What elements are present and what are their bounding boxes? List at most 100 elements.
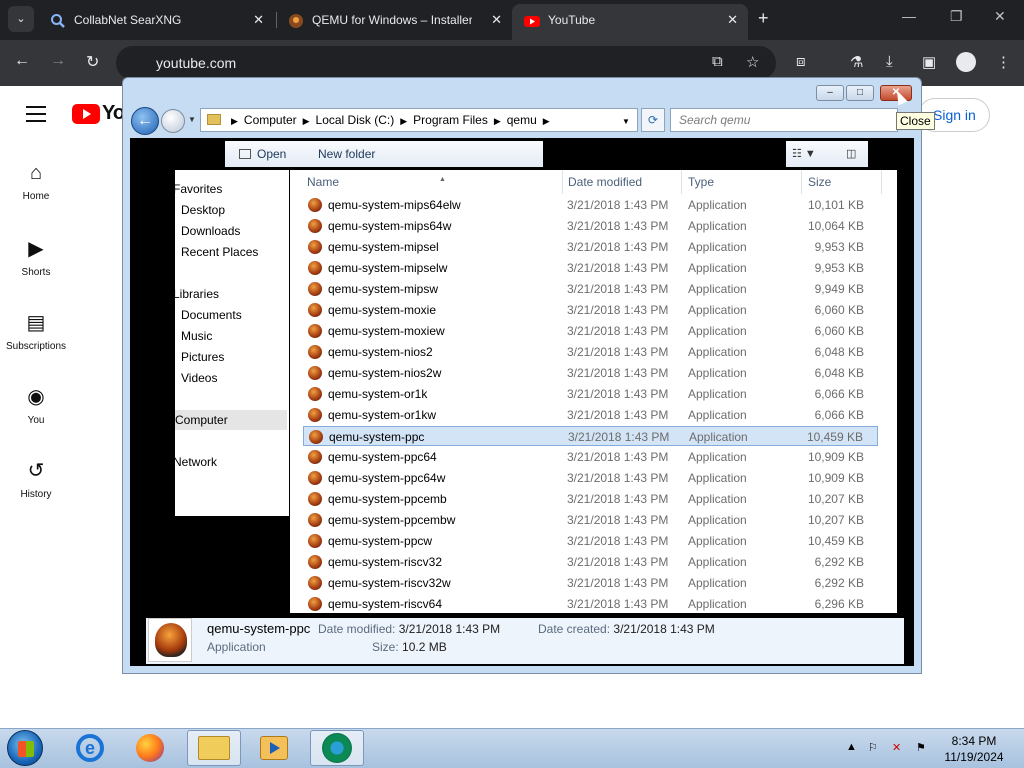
close-icon[interactable]: ✕ xyxy=(253,4,264,36)
sidebar-item-shorts[interactable]: ▶ Shorts xyxy=(0,236,72,278)
file-list: Name ▲ Date modified Type Size qemu-syste… xyxy=(290,170,897,613)
breadcrumb-program-files[interactable]: Program Files xyxy=(413,113,488,127)
tab-youtube[interactable]: YouTube ✕ xyxy=(512,4,748,40)
column-name[interactable]: Name ▲ xyxy=(301,170,563,194)
file-row[interactable]: qemu-system-riscv64 3/21/2018 1:43 PM Appl… xyxy=(303,594,878,613)
nav-videos[interactable]: Videos xyxy=(181,371,217,385)
nav-downloads[interactable]: Downloads xyxy=(181,224,240,238)
start-button[interactable] xyxy=(7,730,43,766)
nav-recent-places[interactable]: Recent Places xyxy=(181,245,258,259)
action-center-icon[interactable]: ⚐ xyxy=(868,741,878,754)
tab-searxng[interactable]: CollabNet SearXNG ✕ xyxy=(38,4,274,36)
file-row[interactable]: qemu-system-mipsw 3/21/2018 1:43 PM Applic… xyxy=(303,279,878,299)
restore-icon[interactable]: ❐ xyxy=(950,8,963,25)
explorer-minimize-button[interactable]: – xyxy=(816,85,844,101)
forward-arrow-icon[interactable] xyxy=(161,109,185,133)
minimize-icon[interactable]: — xyxy=(902,8,916,24)
file-row[interactable]: qemu-system-ppcembw 3/21/2018 1:43 PM Appl… xyxy=(303,510,878,530)
column-name-label: Name xyxy=(307,175,340,189)
open-button[interactable]: Open xyxy=(239,141,286,167)
command-bar: Open New folder xyxy=(225,141,543,167)
file-row[interactable]: qemu-system-or1kw 3/21/2018 1:43 PM Applic… xyxy=(303,405,878,425)
file-row[interactable]: qemu-system-nios2w 3/21/2018 1:43 PM Appli… xyxy=(303,363,878,383)
explorer-search-input[interactable]: Search qemu xyxy=(670,108,898,132)
explorer-address-bar[interactable]: ▶ Computer ▶ Local Disk (C:) ▶ Program Files ▶… xyxy=(200,108,638,132)
labs-flask-icon[interactable]: ⚗ xyxy=(850,53,863,71)
file-name: qemu-system-ppc64 xyxy=(328,450,437,464)
file-row[interactable]: qemu-system-mipselw 3/21/2018 1:43 PM Appl… xyxy=(303,258,878,278)
youtube-logo-text: Yo xyxy=(102,102,125,124)
file-row[interactable]: qemu-system-riscv32 3/21/2018 1:43 PM Appl… xyxy=(303,552,878,572)
file-row[interactable]: qemu-system-ppcemb 3/21/2018 1:43 PM Appli… xyxy=(303,489,878,509)
menu-kebab-icon[interactable]: ⋮ xyxy=(996,53,1011,71)
profile-avatar[interactable] xyxy=(956,52,976,72)
nav-favorites[interactable]: Favorites xyxy=(173,182,222,196)
sidebar-item-history[interactable]: ↺ History xyxy=(0,458,72,500)
volume-icon[interactable]: ⚑ xyxy=(916,741,926,754)
nav-pictures[interactable]: Pictures xyxy=(181,350,224,364)
download-icon[interactable]: ⤓ xyxy=(886,53,893,70)
nav-computer[interactable]: Computer xyxy=(175,410,287,430)
firefox-icon[interactable] xyxy=(136,734,164,762)
tab-search-button[interactable]: ⌄ xyxy=(8,6,34,32)
preview-pane-icon[interactable]: ◫ xyxy=(846,141,856,167)
column-type[interactable]: Type xyxy=(682,170,802,194)
close-icon[interactable]: ✕ xyxy=(727,4,738,36)
install-app-icon[interactable]: ⧉ xyxy=(712,53,723,70)
file-row[interactable]: qemu-system-ppc 3/21/2018 1:43 PM Applicat… xyxy=(303,426,878,446)
bookmark-star-icon[interactable]: ☆ xyxy=(746,53,759,71)
nav-music[interactable]: Music xyxy=(181,329,212,343)
nav-desktop[interactable]: Desktop xyxy=(181,203,225,217)
new-folder-button[interactable]: New folder xyxy=(318,141,375,167)
sidebar-item-subscriptions[interactable]: ▤ Subscriptions xyxy=(0,310,72,352)
window-close-icon[interactable]: ✕ xyxy=(994,8,1006,25)
nav-documents[interactable]: Documents xyxy=(181,308,242,322)
side-panel-icon[interactable]: ▣ xyxy=(922,53,936,71)
file-row[interactable]: qemu-system-ppc64w 3/21/2018 1:43 PM Appli… xyxy=(303,468,878,488)
recent-pages-dropdown-icon[interactable]: ▼ xyxy=(188,115,196,124)
file-row[interactable]: qemu-system-or1k 3/21/2018 1:43 PM Applica… xyxy=(303,384,878,404)
file-row[interactable]: qemu-system-moxiew 3/21/2018 1:43 PM Appli… xyxy=(303,321,878,341)
system-clock[interactable]: 8:34 PM 11/19/2024 xyxy=(944,733,1004,765)
extensions-icon[interactable]: ⧈ xyxy=(796,53,806,70)
file-row[interactable]: qemu-system-moxie 3/21/2018 1:43 PM Applic… xyxy=(303,300,878,320)
sidebar-item-home[interactable]: ⌂ Home xyxy=(0,162,72,202)
qemu-app-icon xyxy=(308,534,322,548)
show-hidden-icons-icon[interactable]: ▲ xyxy=(846,741,857,753)
explorer-maximize-button[interactable]: □ xyxy=(846,85,874,101)
refresh-icon[interactable]: ⟳ xyxy=(641,108,665,132)
view-details-icon[interactable]: ☷ ▼ xyxy=(792,141,816,167)
back-arrow-icon[interactable]: ← xyxy=(14,52,30,70)
address-bar[interactable]: youtube.com xyxy=(116,46,776,80)
file-date: 3/21/2018 1:43 PM xyxy=(567,324,669,338)
network-icon[interactable]: ✕ xyxy=(892,741,901,754)
column-size[interactable]: Size xyxy=(802,170,882,194)
back-arrow-icon[interactable]: ← xyxy=(131,107,159,135)
forward-arrow-icon[interactable]: → xyxy=(50,52,66,70)
breadcrumb-local-disk[interactable]: Local Disk (C:) xyxy=(316,113,395,127)
file-name: qemu-system-mipsw xyxy=(328,282,439,296)
file-row[interactable]: qemu-system-mipsel 3/21/2018 1:43 PM Appli… xyxy=(303,237,878,257)
sidebar-item-you[interactable]: ◉ You xyxy=(0,384,72,426)
file-row[interactable]: qemu-system-mips64w 3/21/2018 1:43 PM Appl… xyxy=(303,216,878,236)
file-row[interactable]: qemu-system-ppcw 3/21/2018 1:43 PM Applica… xyxy=(303,531,878,551)
file-row[interactable]: qemu-system-nios2 3/21/2018 1:43 PM Applic… xyxy=(303,342,878,362)
tab-qemu[interactable]: QEMU for Windows – Installers (6 ✕ xyxy=(276,4,512,36)
close-icon[interactable]: ✕ xyxy=(491,4,502,36)
reload-icon[interactable]: ↻ xyxy=(86,52,99,72)
nav-libraries[interactable]: Libraries xyxy=(173,287,219,301)
breadcrumb-computer[interactable]: Computer xyxy=(244,113,297,127)
search-icon xyxy=(51,14,65,28)
new-tab-button[interactable]: + xyxy=(758,8,769,29)
nav-network[interactable]: Network xyxy=(173,455,217,469)
file-row[interactable]: qemu-system-ppc64 3/21/2018 1:43 PM Applic… xyxy=(303,447,878,467)
address-dropdown-icon[interactable]: ▼ xyxy=(622,117,630,126)
file-size: 6,066 KB xyxy=(814,387,864,401)
sidebar-item-label: Subscriptions xyxy=(5,341,67,352)
internet-explorer-icon[interactable]: e xyxy=(76,734,104,762)
file-row[interactable]: qemu-system-riscv32w 3/21/2018 1:43 PM App… xyxy=(303,573,878,593)
breadcrumb-qemu[interactable]: qemu xyxy=(507,113,537,127)
file-row[interactable]: qemu-system-mips64elw 3/21/2018 1:43 PM Ap… xyxy=(303,195,878,215)
hamburger-menu-icon[interactable] xyxy=(26,106,46,127)
column-date-modified[interactable]: Date modified xyxy=(562,170,682,194)
